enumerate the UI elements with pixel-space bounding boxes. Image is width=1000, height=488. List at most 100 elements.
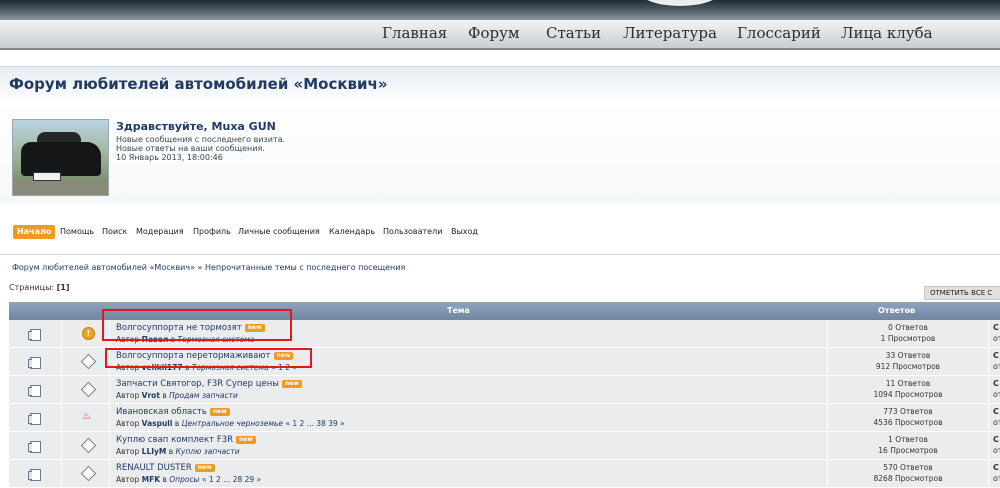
author-prefix: Автор bbox=[116, 447, 140, 456]
new-badge[interactable]: new bbox=[194, 464, 215, 472]
new-posts-link[interactable]: Новые сообщения с последнего визита. bbox=[116, 135, 285, 144]
site-banner bbox=[0, 0, 1000, 20]
menu-calendar[interactable]: Календарь bbox=[329, 225, 375, 239]
replies-count: 773 Ответов bbox=[883, 407, 933, 416]
topic-type-cell bbox=[9, 376, 61, 403]
last-post-label[interactable]: С bbox=[993, 323, 999, 332]
topic-rows: ! Волгосуппорта не тормозят new Автор Павел… bbox=[9, 320, 1000, 488]
menu-profile[interactable]: Профиль bbox=[193, 225, 231, 239]
topic-pages[interactable]: « 1 2 ... 38 39 » bbox=[285, 419, 344, 428]
stats-cell: 0 Ответов 1 Просмотров bbox=[828, 320, 988, 347]
topic-status-icon bbox=[80, 437, 97, 454]
last-post-author: от bbox=[993, 446, 1000, 455]
topic-forum[interactable]: Продам запчасти bbox=[169, 391, 238, 400]
last-post-cell: Сот bbox=[989, 376, 1000, 403]
topic-type-cell bbox=[9, 348, 61, 375]
menu-members[interactable]: Пользователи bbox=[383, 225, 442, 239]
pagination-current: [1] bbox=[56, 283, 70, 292]
topic-forum[interactable]: Центральное черноземье bbox=[182, 419, 283, 428]
document-icon bbox=[28, 357, 41, 369]
topic-status-icon: ♨ bbox=[81, 411, 93, 423]
document-icon bbox=[28, 469, 41, 481]
topic-cell: Куплю свап комплект F3R new Автор LLIyM в … bbox=[110, 432, 827, 459]
topic-title[interactable]: Ивановская область bbox=[116, 407, 207, 417]
highlight-box-2 bbox=[105, 348, 312, 368]
banner-image bbox=[640, 0, 720, 6]
pagination-label: Страницы: bbox=[9, 283, 55, 292]
highlight-box-1 bbox=[102, 309, 292, 341]
last-post-label[interactable]: С bbox=[993, 407, 999, 416]
new-badge[interactable]: new bbox=[282, 380, 302, 388]
stats-cell: 1 Ответов 16 Просмотров bbox=[828, 432, 988, 459]
mark-all-read-button[interactable]: ОТМЕТИТЬ ВСЕ С bbox=[924, 286, 1000, 300]
last-post-cell: Сот bbox=[989, 348, 1000, 375]
stats-cell: 773 Ответов 4536 Просмотров bbox=[828, 404, 988, 431]
topic-forum[interactable]: Куплю запчасти bbox=[176, 447, 240, 456]
views-count: 4536 Просмотров bbox=[873, 418, 943, 427]
topic-title-line: Куплю свап комплект F3R new bbox=[116, 435, 256, 445]
replies-count: 1 Ответов bbox=[888, 435, 928, 444]
document-icon bbox=[28, 329, 41, 341]
topic-meta: Автор LLIyM в Куплю запчасти bbox=[116, 447, 240, 456]
topic-status-cell bbox=[62, 432, 109, 459]
last-post-label[interactable]: С bbox=[993, 435, 999, 444]
replies-count: 11 Ответов bbox=[885, 379, 931, 388]
diamond-icon bbox=[80, 381, 97, 398]
menu-search[interactable]: Поиск bbox=[102, 225, 127, 239]
topic-author[interactable]: Vaspull bbox=[142, 419, 173, 428]
menu-messages[interactable]: Личные сообщения bbox=[238, 225, 320, 239]
topic-author[interactable]: LLIyM bbox=[142, 447, 167, 456]
author-prefix: Автор bbox=[116, 419, 140, 428]
table-row: Куплю свап комплект F3R new Автор LLIyM в … bbox=[9, 432, 1000, 460]
menu-help[interactable]: Помощь bbox=[60, 225, 94, 239]
menu-home[interactable]: Начало bbox=[13, 225, 56, 239]
last-post-label[interactable]: С bbox=[993, 379, 999, 388]
diamond-icon bbox=[80, 353, 97, 370]
views-count: 1094 Просмотров bbox=[873, 390, 943, 399]
topic-status-icon bbox=[80, 381, 97, 398]
user-greeting: Здравствуйте, Muxa GUN bbox=[116, 120, 276, 133]
nav-club-faces[interactable]: Лица клуба bbox=[841, 24, 933, 42]
nav-literature[interactable]: Литература bbox=[623, 24, 717, 42]
forum-title: Форум любителей автомобилей «Москвич» bbox=[9, 75, 388, 93]
menu-logout[interactable]: Выход bbox=[451, 225, 478, 239]
menu-moderation[interactable]: Модерация bbox=[136, 225, 184, 239]
column-replies[interactable]: Ответов bbox=[878, 306, 915, 315]
topic-type-cell bbox=[9, 404, 61, 431]
views-count: 912 Просмотров bbox=[875, 362, 941, 371]
topic-author[interactable]: Vrot bbox=[142, 391, 160, 400]
diamond-icon bbox=[80, 465, 97, 482]
new-badge[interactable]: new bbox=[236, 436, 256, 444]
diamond-icon bbox=[80, 437, 97, 454]
topic-cell: Ивановская область new Автор Vaspull в Цен… bbox=[110, 404, 827, 431]
breadcrumb-row: Форум любителей автомобилей «Москвич» » … bbox=[0, 254, 1000, 272]
avatar[interactable] bbox=[12, 119, 109, 196]
document-icon bbox=[28, 441, 41, 453]
topic-type-cell bbox=[9, 320, 61, 347]
column-topic[interactable]: Тема bbox=[447, 306, 470, 315]
nav-glossary[interactable]: Глоссарий bbox=[737, 24, 821, 42]
topic-status-cell bbox=[62, 376, 109, 403]
nav-articles[interactable]: Статьи bbox=[546, 24, 601, 42]
topic-meta: Автор Vaspull в Центральное черноземье «… bbox=[116, 419, 345, 428]
topic-status-icon bbox=[80, 353, 97, 370]
new-badge[interactable]: new bbox=[209, 408, 230, 416]
nav-forum[interactable]: Форум bbox=[468, 24, 520, 42]
views-count: 16 Просмотров bbox=[878, 446, 938, 455]
topic-title[interactable]: Запчасти Святогор, F3R Супер цены bbox=[116, 379, 279, 389]
nav-home[interactable]: Главная bbox=[382, 24, 447, 42]
topic-title[interactable]: Куплю свап комплект F3R bbox=[116, 435, 233, 445]
author-prefix: Автор bbox=[116, 391, 140, 400]
table-row: Запчасти Святогор, F3R Супер цены new Авто… bbox=[9, 376, 1000, 404]
stats-cell: 33 Ответов 912 Просмотров bbox=[828, 348, 988, 375]
last-post-label[interactable]: С bbox=[993, 351, 999, 360]
views-count: 8268 Просмотров bbox=[873, 474, 943, 483]
breadcrumb-root[interactable]: Форум любителей автомобилей «Москвич» bbox=[12, 263, 195, 272]
in-word: в bbox=[174, 419, 180, 428]
last-post-label[interactable]: С bbox=[993, 463, 999, 472]
breadcrumb-current[interactable]: Непрочитанные темы с последнего посещени… bbox=[205, 263, 405, 272]
replies-count: 570 Ответов bbox=[883, 463, 933, 472]
topic-title[interactable]: RENAULT DUSTER bbox=[116, 463, 192, 473]
new-replies-link[interactable]: Новые ответы на ваши сообщения. bbox=[116, 144, 265, 153]
topic-type-cell bbox=[9, 432, 61, 459]
